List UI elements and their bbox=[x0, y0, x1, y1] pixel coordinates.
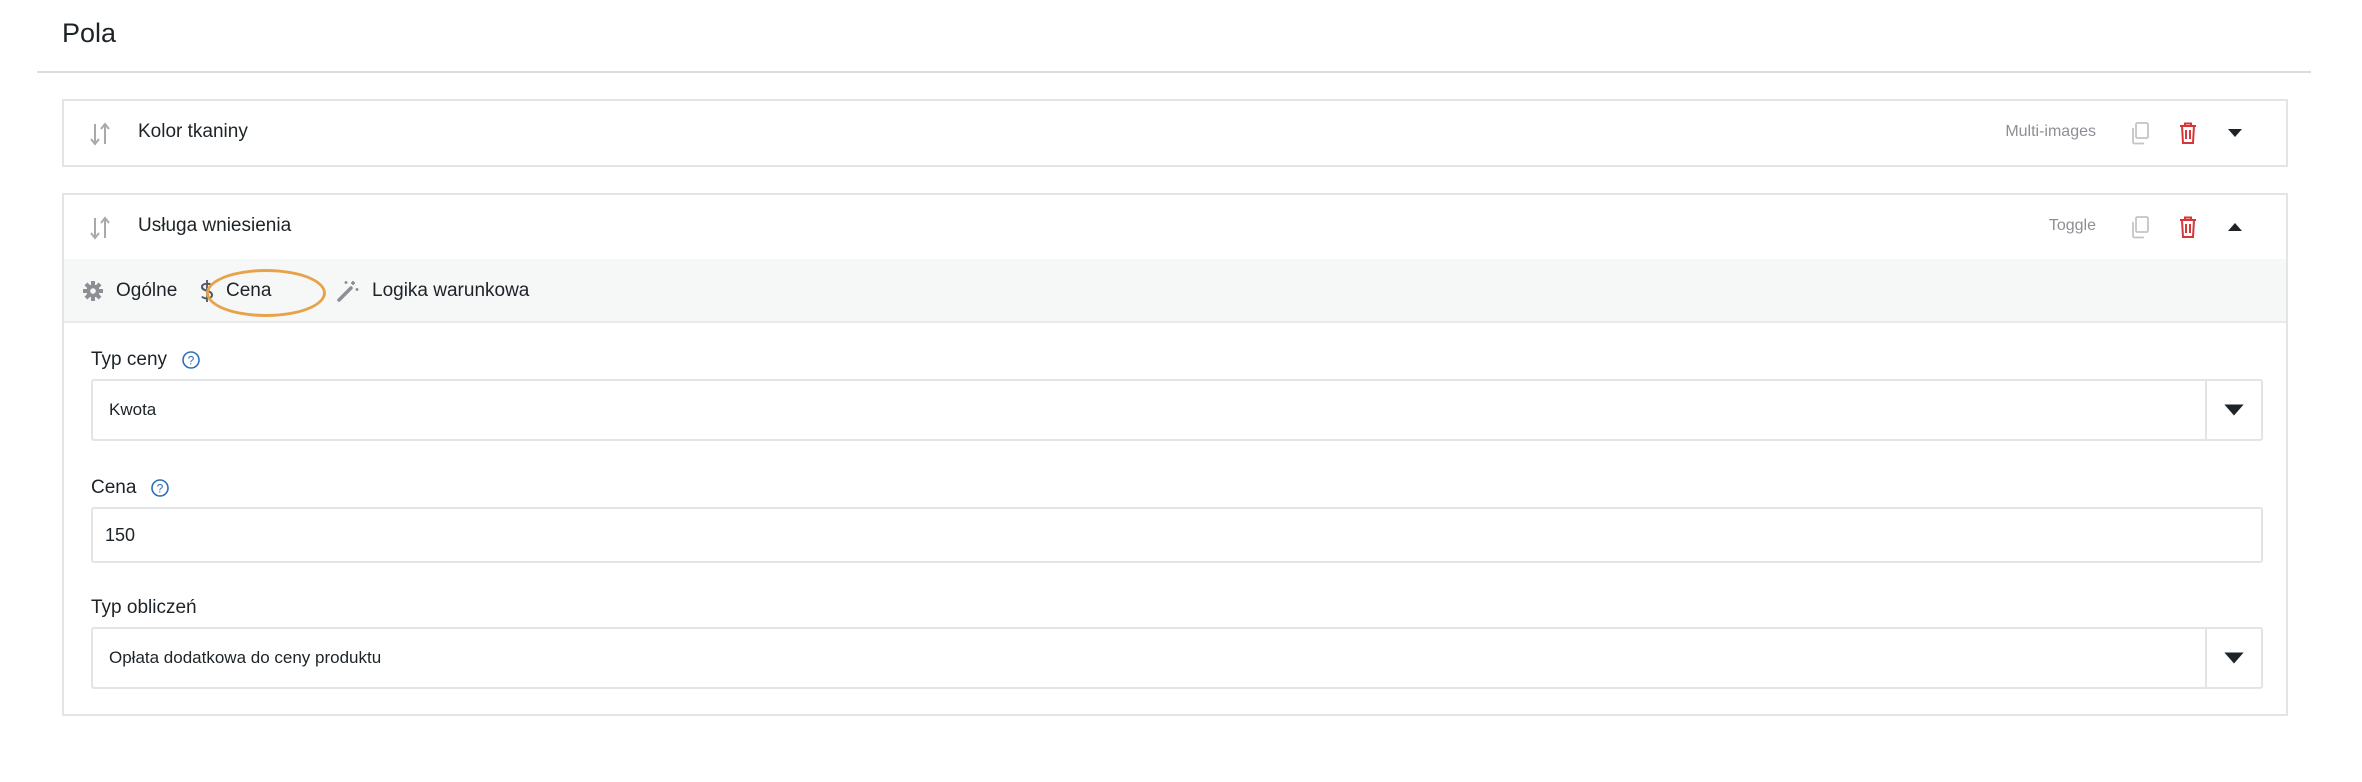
price-type-label: Typ ceny ? bbox=[91, 349, 201, 371]
field-type-label: Toggle bbox=[2048, 217, 2096, 234]
sort-handle-icon[interactable] bbox=[88, 215, 112, 241]
sort-handle-icon[interactable] bbox=[88, 121, 112, 147]
select-divider bbox=[2205, 629, 2207, 687]
magic-wand-icon bbox=[337, 281, 359, 302]
duplicate-icon[interactable] bbox=[2126, 213, 2154, 241]
price-input[interactable] bbox=[91, 507, 2263, 563]
field-tabs: Ogólne Cena Logika warunkowa bbox=[64, 259, 2286, 387]
select-value: Opłata dodatkowa do ceny produktu bbox=[109, 648, 382, 667]
svg-text:?: ? bbox=[157, 482, 164, 496]
field-row-header[interactable]: Usługa wniesienia Toggle bbox=[64, 195, 2286, 259]
calculation-type-label: Typ obliczeń bbox=[91, 597, 197, 619]
svg-text:?: ? bbox=[188, 354, 195, 368]
field-row-kolor-tkaniny: Kolor tkaniny Multi-images bbox=[62, 99, 2288, 167]
dollar-icon bbox=[200, 280, 214, 302]
trash-icon[interactable] bbox=[2174, 119, 2202, 147]
price-label: Cena ? bbox=[91, 477, 170, 499]
field-row-header[interactable]: Kolor tkaniny Multi-images bbox=[64, 101, 2286, 165]
tab-general[interactable]: Ogólne bbox=[82, 259, 177, 323]
field-type-label: Multi-images bbox=[2005, 123, 2096, 140]
calculation-type-select[interactable]: Opłata dodatkowa do ceny produktu bbox=[91, 627, 2263, 689]
trash-icon[interactable] bbox=[2174, 213, 2202, 241]
caret-up-icon[interactable] bbox=[2221, 213, 2249, 241]
gear-icon bbox=[83, 281, 103, 301]
help-icon[interactable]: ? bbox=[150, 478, 170, 498]
select-divider bbox=[2205, 381, 2207, 439]
field-row-usluga-wniesienia: Usługa wniesienia Toggle Ogólne Cena Log… bbox=[62, 193, 2288, 716]
label-text: Typ obliczeń bbox=[91, 597, 197, 618]
label-text: Cena bbox=[91, 477, 137, 498]
caret-down-icon bbox=[2224, 652, 2244, 664]
field-name: Usługa wniesienia bbox=[138, 215, 292, 236]
duplicate-icon[interactable] bbox=[2126, 119, 2154, 147]
tab-label: Cena bbox=[226, 280, 272, 301]
tab-conditional-logic[interactable]: Logika warunkowa bbox=[336, 259, 529, 323]
caret-down-icon bbox=[2224, 404, 2244, 416]
caret-down-icon[interactable] bbox=[2221, 119, 2249, 147]
field-name: Kolor tkaniny bbox=[138, 121, 248, 142]
price-type-select[interactable]: Kwota bbox=[91, 379, 2263, 441]
select-value: Kwota bbox=[109, 400, 157, 419]
section-divider bbox=[37, 71, 2311, 73]
section-title: Pola bbox=[62, 18, 117, 48]
tab-label: Logika warunkowa bbox=[372, 280, 530, 301]
tab-price[interactable]: Cena bbox=[200, 259, 271, 323]
help-icon[interactable]: ? bbox=[181, 350, 201, 370]
tab-label: Ogólne bbox=[116, 280, 178, 301]
label-text: Typ ceny bbox=[91, 349, 168, 370]
